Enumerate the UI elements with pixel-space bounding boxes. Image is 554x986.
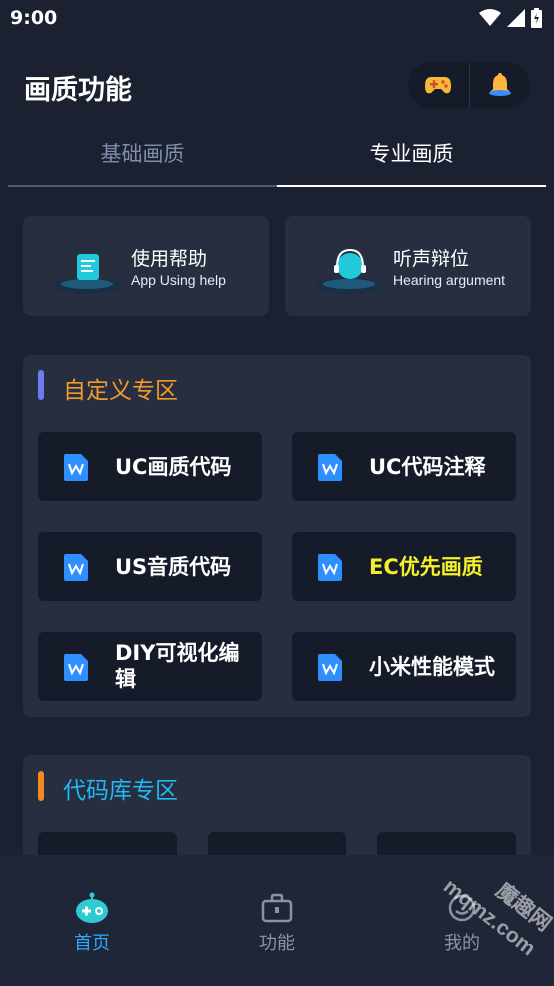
help-card-title: 听声辩位 bbox=[393, 248, 470, 270]
app-bar: 画质功能 bbox=[0, 58, 554, 114]
button-label: UC画质代码 bbox=[115, 455, 232, 479]
signal-icon bbox=[507, 9, 525, 27]
header-actions bbox=[408, 62, 530, 108]
help-card-hearing[interactable]: 听声辩位 Hearing argument bbox=[285, 216, 531, 316]
document-icon bbox=[318, 654, 342, 681]
uc-quality-code-button[interactable]: UC画质代码 bbox=[38, 432, 262, 501]
section-title: 自定义专区 bbox=[63, 378, 178, 404]
help-card-subtitle: Hearing argument bbox=[393, 272, 506, 288]
section-accent-bar bbox=[38, 771, 44, 801]
uc-code-comment-button[interactable]: UC代码注释 bbox=[292, 432, 516, 501]
gamepad-icon bbox=[425, 77, 452, 94]
button-label: DIY可视化编辑 bbox=[115, 641, 240, 691]
tab-pro-quality[interactable]: 专业画质 bbox=[277, 130, 546, 186]
headphones-illustration-icon bbox=[315, 248, 383, 294]
document-icon bbox=[318, 454, 342, 481]
bell-icon bbox=[488, 73, 511, 96]
help-card-title: 使用帮助 bbox=[131, 248, 208, 270]
wifi-icon bbox=[479, 9, 501, 26]
briefcase-icon bbox=[261, 893, 293, 923]
button-label: EC优先画质 bbox=[369, 555, 483, 579]
button-label: US音质代码 bbox=[115, 555, 232, 579]
ec-priority-quality-button[interactable]: EC优先画质 bbox=[292, 532, 516, 601]
button-label: UC代码注释 bbox=[369, 455, 486, 479]
us-audio-code-button[interactable]: US音质代码 bbox=[38, 532, 262, 601]
nav-functions[interactable]: 功能 bbox=[227, 891, 327, 955]
notification-button[interactable] bbox=[469, 62, 530, 108]
help-card-usage[interactable]: 使用帮助 App Using help bbox=[23, 216, 269, 316]
help-card-subtitle: App Using help bbox=[131, 272, 226, 288]
button-label: 小米性能模式 bbox=[369, 655, 495, 679]
status-bar: 9:00 bbox=[0, 0, 554, 38]
diy-visual-edit-button[interactable]: DIY可视化编辑 bbox=[38, 632, 262, 701]
status-time: 9:00 bbox=[10, 7, 58, 29]
document-icon bbox=[64, 454, 88, 481]
tab-underline-basic bbox=[8, 185, 277, 187]
home-gamepad-icon bbox=[76, 892, 108, 923]
nav-label: 功能 bbox=[259, 933, 295, 954]
tab-basic-quality[interactable]: 基础画质 bbox=[8, 130, 277, 186]
nav-label: 首页 bbox=[74, 933, 110, 954]
page-title: 画质功能 bbox=[24, 75, 132, 106]
nav-home[interactable]: 首页 bbox=[42, 891, 142, 955]
document-icon bbox=[64, 554, 88, 581]
tab-underline-pro-active bbox=[277, 185, 546, 187]
document-icon bbox=[318, 554, 342, 581]
custom-section: 自定义专区 UC画质代码 UC代码注释 US音质代码 EC优先画质 DIY可视化… bbox=[23, 355, 531, 717]
xiaomi-performance-mode-button[interactable]: 小米性能模式 bbox=[292, 632, 516, 701]
document-illustration-icon bbox=[53, 254, 121, 294]
game-button[interactable] bbox=[408, 62, 469, 108]
section-accent-bar bbox=[38, 370, 44, 400]
quality-tabs: 基础画质 专业画质 bbox=[8, 130, 546, 188]
document-icon bbox=[64, 654, 88, 681]
status-icons bbox=[479, 8, 542, 28]
section-title: 代码库专区 bbox=[63, 778, 178, 804]
battery-icon bbox=[531, 8, 542, 28]
